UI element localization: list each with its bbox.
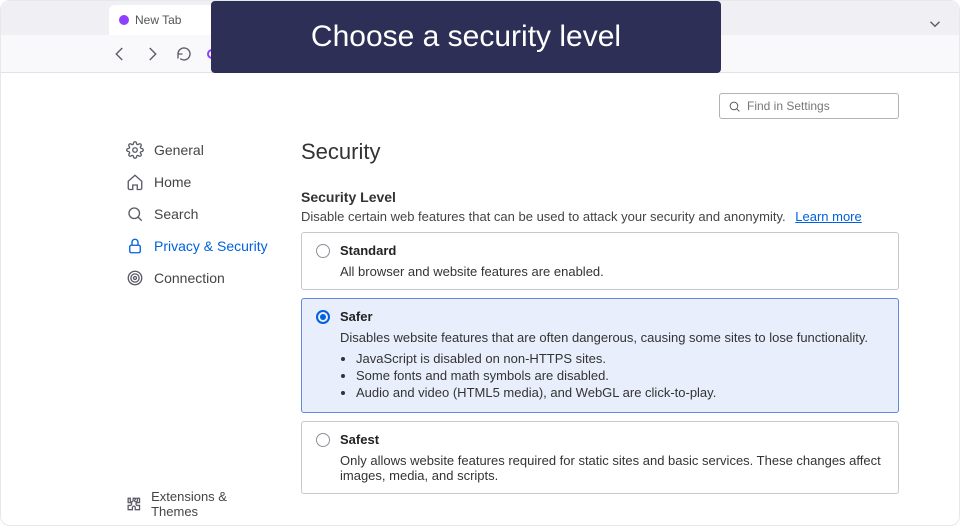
extensions-themes-link[interactable]: Extensions & Themes bbox=[126, 489, 271, 519]
learn-more-link[interactable]: Learn more bbox=[795, 209, 861, 224]
level-description: Only allows website features required fo… bbox=[340, 453, 884, 483]
puzzle-icon bbox=[126, 495, 143, 513]
bullet-item: Audio and video (HTML5 media), and WebGL… bbox=[356, 385, 884, 400]
sidebar-item-general[interactable]: General bbox=[126, 141, 271, 159]
security-level-safer[interactable]: Safer Disables website features that are… bbox=[301, 298, 899, 413]
settings-sidebar: General Home Search Privacy & Security C… bbox=[1, 79, 271, 525]
radio-standard[interactable] bbox=[316, 244, 330, 258]
security-level-description: Disable certain web features that can be… bbox=[301, 209, 899, 224]
forward-button[interactable] bbox=[143, 45, 161, 63]
radio-safest[interactable] bbox=[316, 433, 330, 447]
sidebar-item-privacy-security[interactable]: Privacy & Security bbox=[126, 237, 271, 255]
level-name: Safest bbox=[340, 432, 379, 447]
settings-search-input[interactable]: Find in Settings bbox=[719, 93, 899, 119]
radio-safer[interactable] bbox=[316, 310, 330, 324]
level-description: All browser and website features are ena… bbox=[340, 264, 884, 279]
reload-button[interactable] bbox=[175, 45, 193, 63]
sidebar-item-label: Search bbox=[154, 206, 198, 222]
security-level-standard[interactable]: Standard All browser and website feature… bbox=[301, 232, 899, 290]
search-icon bbox=[728, 100, 741, 113]
bullet-item: JavaScript is disabled on non-HTTPS site… bbox=[356, 351, 884, 366]
settings-main: Find in Settings Security Security Level… bbox=[271, 79, 959, 525]
instruction-banner: Choose a security level bbox=[211, 1, 721, 73]
security-level-heading: Security Level bbox=[301, 189, 899, 205]
sidebar-item-home[interactable]: Home bbox=[126, 173, 271, 191]
level-bullets: JavaScript is disabled on non-HTTPS site… bbox=[356, 351, 884, 400]
gear-icon bbox=[126, 141, 144, 159]
home-icon bbox=[126, 173, 144, 191]
lock-icon bbox=[126, 237, 144, 255]
bullet-item: Some fonts and math symbols are disabled… bbox=[356, 368, 884, 383]
tabs-overflow-icon[interactable] bbox=[926, 15, 944, 38]
level-name: Safer bbox=[340, 309, 373, 324]
security-level-safest[interactable]: Safest Only allows website features requ… bbox=[301, 421, 899, 494]
sidebar-item-connection[interactable]: Connection bbox=[126, 269, 271, 287]
onion-icon bbox=[126, 269, 144, 287]
settings-content: General Home Search Privacy & Security C… bbox=[1, 73, 959, 525]
tab-title: New Tab bbox=[135, 13, 181, 27]
extensions-label: Extensions & Themes bbox=[151, 489, 271, 519]
sidebar-item-label: General bbox=[154, 142, 204, 158]
sidebar-item-label: Privacy & Security bbox=[154, 238, 268, 254]
search-placeholder: Find in Settings bbox=[747, 99, 830, 113]
tab-favicon bbox=[119, 15, 129, 25]
page-title: Security bbox=[301, 139, 899, 165]
sidebar-item-label: Connection bbox=[154, 270, 225, 286]
sidebar-item-label: Home bbox=[154, 174, 191, 190]
back-button[interactable] bbox=[111, 45, 129, 63]
banner-text: Choose a security level bbox=[311, 20, 621, 54]
level-name: Standard bbox=[340, 243, 396, 258]
sidebar-item-search[interactable]: Search bbox=[126, 205, 271, 223]
level-description: Disables website features that are often… bbox=[340, 330, 884, 345]
search-icon bbox=[126, 205, 144, 223]
